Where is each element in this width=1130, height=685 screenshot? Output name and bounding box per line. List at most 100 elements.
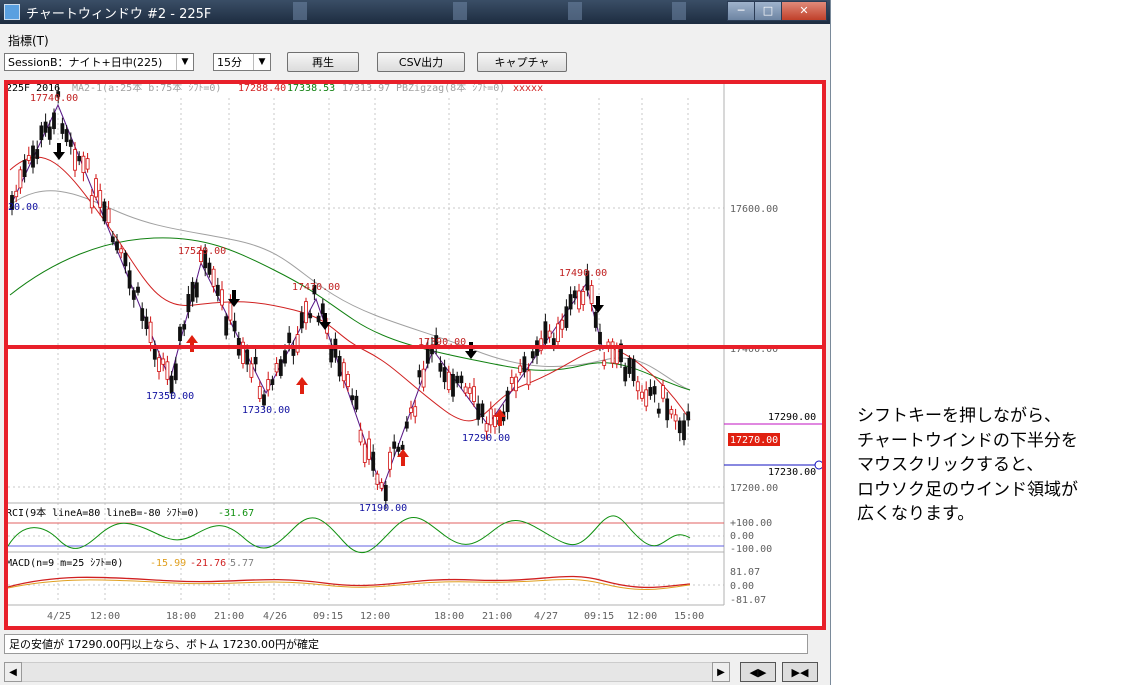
candle-body <box>564 306 569 328</box>
minimize-button[interactable]: ─ <box>727 1 755 21</box>
menu-bar: 指標(T) <box>0 30 830 50</box>
sell-arrow-icon <box>319 313 331 330</box>
candle-body <box>337 355 342 377</box>
candle-body <box>656 408 661 414</box>
session-select-value: SessionB：ナイト+日中(225) <box>8 56 163 69</box>
candle-body <box>593 311 598 328</box>
candle-body <box>417 370 422 378</box>
candle-body <box>371 451 376 471</box>
scroll-left-button[interactable]: ◀ <box>4 662 22 682</box>
candle-body <box>514 376 518 392</box>
candle-body <box>131 290 136 300</box>
zoom-in-button[interactable]: ▶◀ <box>782 662 818 682</box>
candle-body <box>493 415 497 428</box>
candle-body <box>547 330 552 338</box>
candle-body <box>400 444 405 450</box>
time-label: 18:00 <box>434 611 464 622</box>
time-label: 09:15 <box>584 611 614 622</box>
candle-body <box>425 346 430 364</box>
candle-body <box>178 326 182 342</box>
time-label: 21:00 <box>214 611 244 622</box>
low-label: 17330.00 <box>242 405 290 416</box>
rci-label: RCI(9本 lineA=80 lineB=-80 ｼﾌﾄ=0) <box>6 506 200 519</box>
play-button[interactable]: 再生 <box>287 52 359 72</box>
candle-body <box>257 386 262 399</box>
horizontal-scrollbar[interactable]: ◀ ▶ ◀▶ ▶◀ <box>4 662 826 682</box>
sell-arrow-icon <box>53 143 65 160</box>
time-label: 4/26 <box>263 611 287 622</box>
candle-body <box>220 289 224 306</box>
candle-body <box>186 294 191 313</box>
candles-group <box>10 84 691 510</box>
maximize-button[interactable]: □ <box>754 1 782 21</box>
low-label: 20.00 <box>8 202 38 213</box>
candle-body <box>383 484 388 501</box>
candle-body <box>409 407 413 413</box>
chart-window: チャートウィンドウ #2 - 225F ─ □ ✕ 指標(T) SessionB… <box>0 0 831 685</box>
menu-indicators[interactable]: 指標(T) <box>8 32 49 49</box>
candle-body <box>589 285 594 304</box>
candle-body <box>577 290 581 310</box>
candle-body <box>43 121 48 133</box>
interval-select[interactable]: 15分 ▼ <box>213 53 271 71</box>
candle-body <box>35 149 40 159</box>
chart-area[interactable]: 225F 2016 MA2-1(a:25本 b:75本 ｼﾌﾄ=0) 17288… <box>4 80 826 630</box>
buy-arrows <box>186 335 506 466</box>
candle-body <box>669 409 674 415</box>
candle-body <box>68 139 73 147</box>
candle-body <box>631 358 636 382</box>
scroll-track[interactable] <box>22 662 712 682</box>
candle-body <box>358 429 363 443</box>
candle-body <box>89 195 94 209</box>
candle-body <box>665 398 670 421</box>
candle-body <box>530 351 535 359</box>
candle-body <box>182 324 187 330</box>
candle-body <box>652 386 657 395</box>
candle-body <box>287 332 292 344</box>
candle-body <box>341 362 346 382</box>
candle-body <box>295 334 300 353</box>
bottom-marker-icon <box>814 460 824 470</box>
ma-c-value: 17313.97 <box>342 83 390 94</box>
candle-body <box>228 302 233 321</box>
ma-green-line <box>9 237 691 391</box>
candle-body <box>245 349 250 365</box>
candle-body <box>211 268 216 287</box>
candle-body <box>304 301 308 324</box>
high-label: 17490.00 <box>559 268 607 279</box>
capture-button[interactable]: キャプチャ <box>477 52 567 72</box>
candle-body <box>161 358 166 365</box>
candle-body <box>316 315 321 323</box>
candle-body <box>224 316 229 336</box>
candle-body <box>614 348 619 364</box>
title-bar[interactable]: チャートウィンドウ #2 - 225F ─ □ ✕ <box>0 0 830 24</box>
zigzag-marker: xxxxx <box>513 83 543 94</box>
time-label: 12:00 <box>627 611 657 622</box>
scroll-right-button[interactable]: ▶ <box>712 662 730 682</box>
chevron-down-icon: ▼ <box>176 54 193 70</box>
candle-body <box>392 441 397 449</box>
zigzag-red-line <box>9 104 604 491</box>
background-window-glyph <box>568 2 582 20</box>
candle-body <box>278 359 283 376</box>
candle-body <box>560 319 565 330</box>
candle-body <box>375 473 380 485</box>
candle-body <box>115 241 119 251</box>
high-label: 17520.00 <box>178 246 226 257</box>
candle-body <box>346 374 350 387</box>
background-window-glyph <box>293 2 307 20</box>
candle-body <box>526 370 531 386</box>
candle-body <box>442 367 447 383</box>
close-button[interactable]: ✕ <box>781 1 827 21</box>
zoom-out-button[interactable]: ◀▶ <box>740 662 776 682</box>
rci-value: -31.67 <box>218 508 254 519</box>
rci-line <box>7 515 691 554</box>
candle-body <box>157 357 161 372</box>
csv-export-button[interactable]: CSV出力 <box>377 52 465 72</box>
candle-body <box>484 423 489 432</box>
session-select[interactable]: SessionB：ナイト+日中(225) ▼ <box>4 53 194 71</box>
candlestick-chart[interactable]: 225F 2016 MA2-1(a:25本 b:75本 ｼﾌﾄ=0) 17288… <box>4 80 826 630</box>
candle-body <box>350 395 355 401</box>
candle-body <box>140 308 145 321</box>
candle-body <box>446 371 451 391</box>
